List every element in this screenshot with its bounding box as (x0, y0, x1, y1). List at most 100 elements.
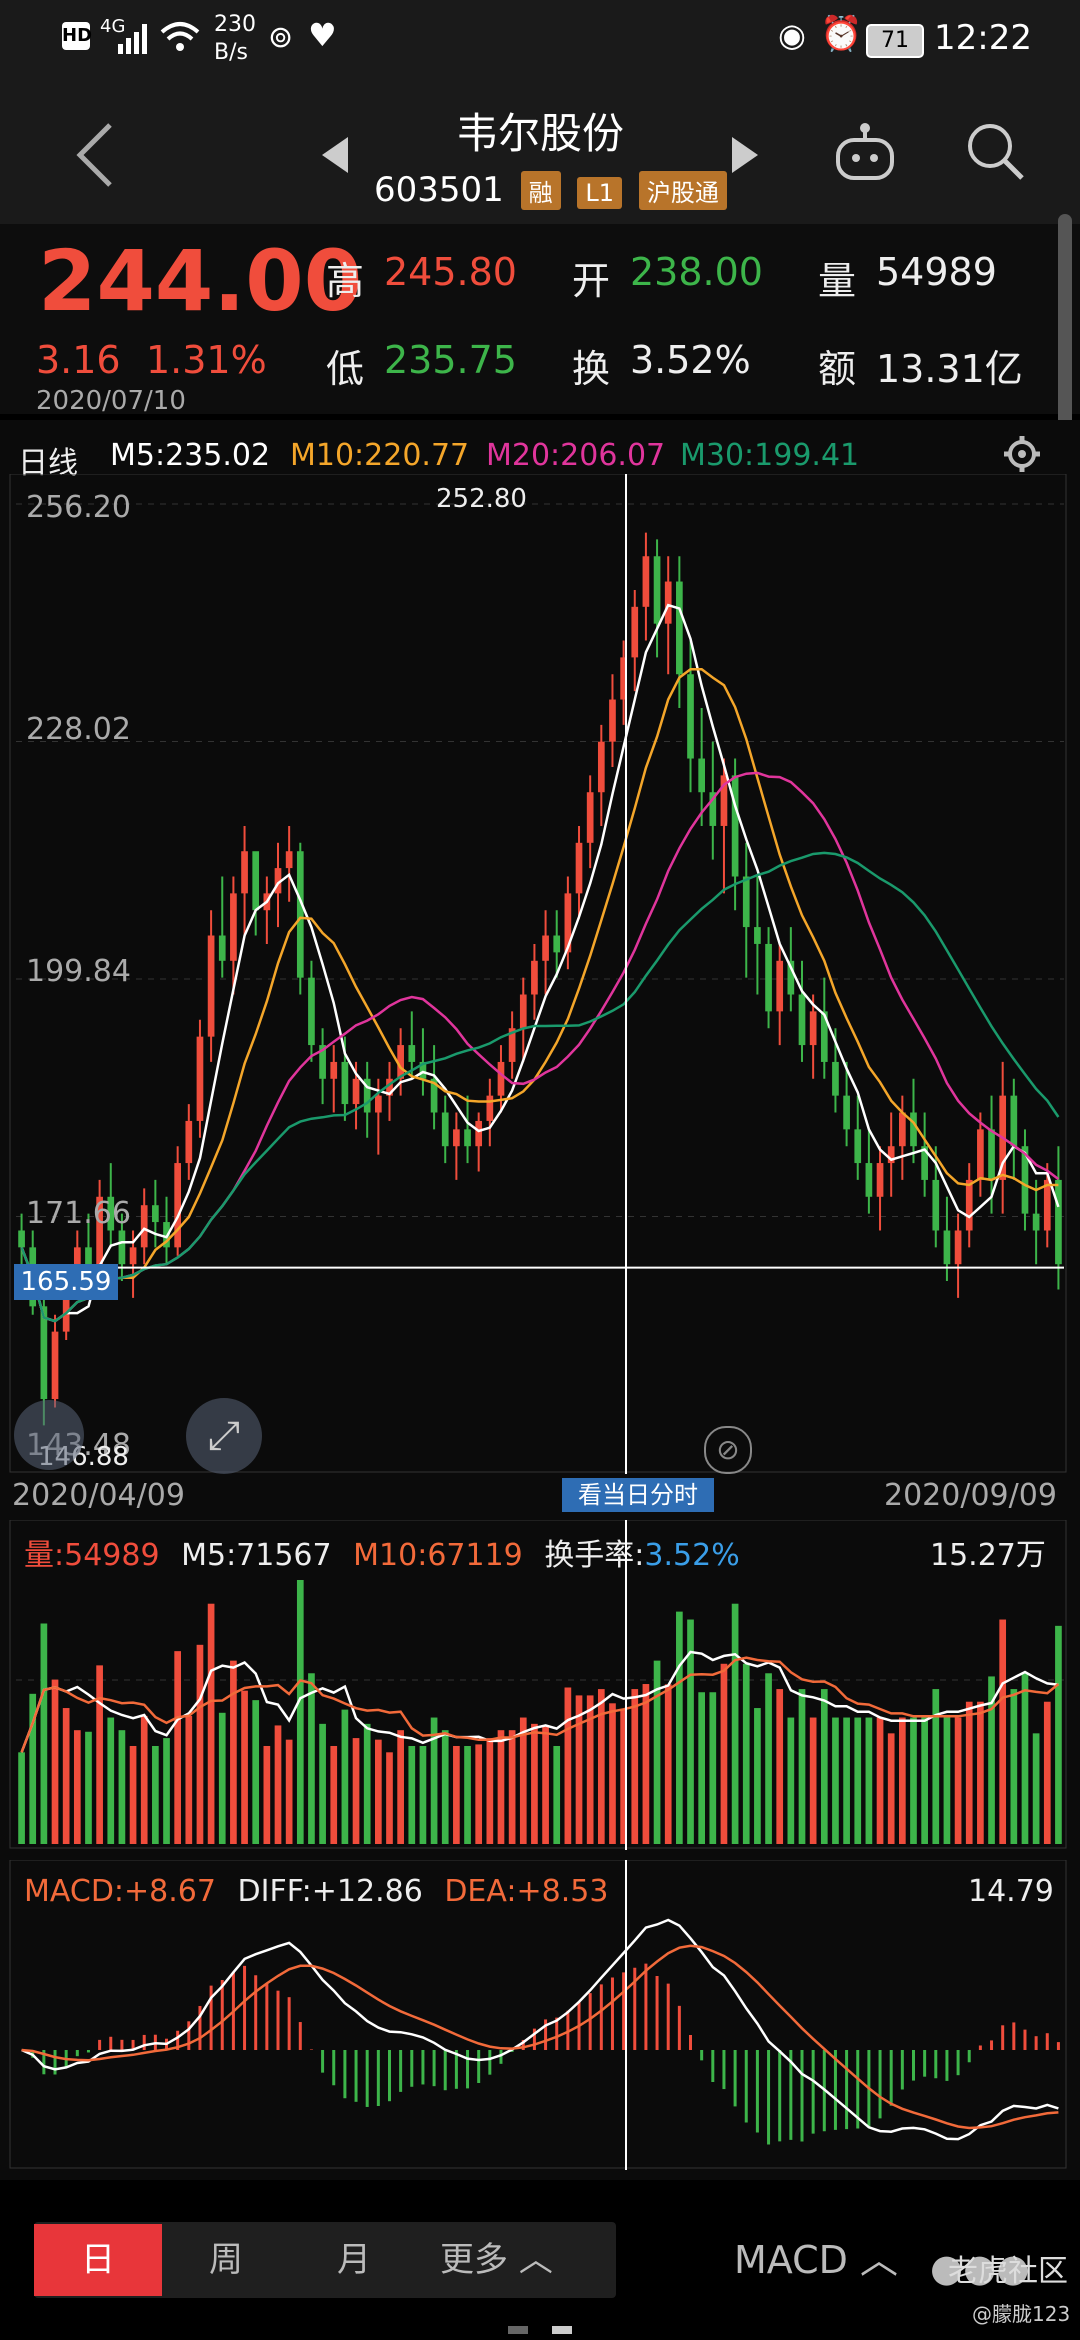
volume-bar (609, 1703, 616, 1844)
volume-bar (798, 1689, 806, 1844)
volume-bar (876, 1717, 884, 1844)
crosshair-price-tag: 165.59 (14, 1264, 118, 1300)
price-change-pct: 1.31% (146, 338, 267, 382)
volume-bar (965, 1701, 973, 1844)
chevron-up-icon: ︿ (860, 2238, 899, 2282)
volume-bar (742, 1663, 750, 1844)
candle-body (475, 1120, 483, 1147)
low-value: 235.75 (384, 338, 517, 382)
macd-chart[interactable] (0, 1860, 1080, 2170)
volume-bar (152, 1745, 159, 1844)
tab-month[interactable]: 月 (290, 2227, 418, 2293)
settings-gear-icon[interactable] (1002, 434, 1042, 474)
kline-chart[interactable] (0, 474, 1080, 1474)
prev-stock-icon[interactable] (320, 135, 350, 175)
candle-body (1010, 1095, 1018, 1147)
volume-bar (508, 1730, 516, 1844)
volume-bar (296, 1580, 304, 1844)
y-tick: 199.84 (26, 954, 131, 989)
hide-signal-icon[interactable]: ⊘ (704, 1426, 752, 1474)
volume-bar (475, 1744, 483, 1844)
intraday-button[interactable]: 看当日分时 (562, 1478, 714, 1512)
candle-body (1032, 1213, 1040, 1231)
volume-bar (954, 1717, 962, 1844)
candle-body (196, 1036, 204, 1121)
price-change: 3.16 (36, 338, 121, 382)
candle-body (954, 1230, 962, 1265)
tab-day[interactable]: 日 (34, 2224, 162, 2296)
candle-body (609, 699, 616, 742)
volume-bar (319, 1723, 326, 1844)
candle-body (1055, 1179, 1062, 1265)
candle-body (486, 1095, 494, 1121)
clock: 12:22 (934, 18, 1032, 58)
date-end: 2020/09/09 (884, 1478, 1057, 1513)
max-price-marker: 252.80 (436, 484, 527, 514)
candle-body (308, 977, 315, 1046)
tab-week[interactable]: 周 (162, 2227, 290, 2293)
high-value: 245.80 (384, 250, 517, 294)
candle-body (185, 1120, 193, 1164)
volume-bar (765, 1673, 772, 1844)
volume-bar (832, 1717, 839, 1844)
play-icon[interactable] (14, 1400, 84, 1470)
candle-body (296, 851, 304, 978)
tab-more[interactable]: 更多 ︿ (440, 2227, 570, 2293)
page-dot (508, 2326, 528, 2334)
volume-bar (1055, 1625, 1062, 1844)
volume-label: 量 (818, 259, 857, 303)
candle-body (129, 1247, 137, 1265)
wifi-icon (160, 22, 200, 51)
candle-body (988, 1129, 995, 1180)
volume-bar (218, 1712, 226, 1844)
candle-body (742, 876, 750, 928)
candle-body (252, 851, 260, 911)
volume-bar (96, 1665, 103, 1844)
candle-body (754, 927, 761, 944)
next-stock-icon[interactable] (730, 135, 760, 175)
watermark-user: @朦胧123 (972, 2302, 1071, 2326)
volume-bar (1043, 1701, 1051, 1844)
candle-body (374, 1095, 382, 1113)
robot-icon[interactable] (832, 118, 898, 184)
volume-bar (363, 1723, 371, 1844)
candle-body (285, 851, 293, 869)
stock-code: 603501 (374, 170, 504, 210)
candle-body (441, 1112, 449, 1147)
volume-bar (341, 1709, 349, 1844)
high-label: 高 (326, 259, 365, 303)
back-icon[interactable] (70, 120, 120, 190)
expand-icon[interactable]: ⤢ (186, 1398, 262, 1474)
turnover-value: 3.52% (630, 338, 751, 382)
tab-more-label: 更多 (440, 2240, 508, 2280)
amount-value: 13.31亿 (876, 347, 1023, 391)
candle-body (586, 792, 594, 843)
volume-bar (898, 1717, 906, 1844)
candle-body (51, 1331, 59, 1400)
candle-body (910, 1112, 917, 1147)
volume-bar (910, 1717, 917, 1844)
quote-date: 2020/07/10 (36, 386, 186, 416)
candle-body (207, 935, 215, 1037)
candle-body (642, 556, 650, 607)
candle-body (152, 1205, 159, 1223)
candle-body (943, 1230, 951, 1265)
volume-bar (999, 1619, 1007, 1844)
signal-icon (118, 24, 147, 54)
candle-body (843, 1095, 850, 1130)
volume-bar (241, 1690, 248, 1844)
chart-frame (9, 474, 1067, 1473)
indicator-select[interactable]: MACD ︿ (734, 2227, 914, 2293)
candle-body (352, 1078, 360, 1105)
search-icon[interactable] (964, 120, 1028, 184)
volume-bar (843, 1717, 850, 1844)
ma20-label: M20:206.07 (486, 438, 666, 473)
y-tick: 228.02 (26, 712, 131, 747)
candle-body (464, 1129, 471, 1147)
candle-body (218, 935, 226, 961)
candle-body (497, 1061, 505, 1096)
candle-body (698, 758, 706, 793)
volume-bar (352, 1738, 360, 1844)
volume-chart[interactable] (0, 1520, 1080, 1850)
last-price: 244.00 (38, 232, 363, 330)
